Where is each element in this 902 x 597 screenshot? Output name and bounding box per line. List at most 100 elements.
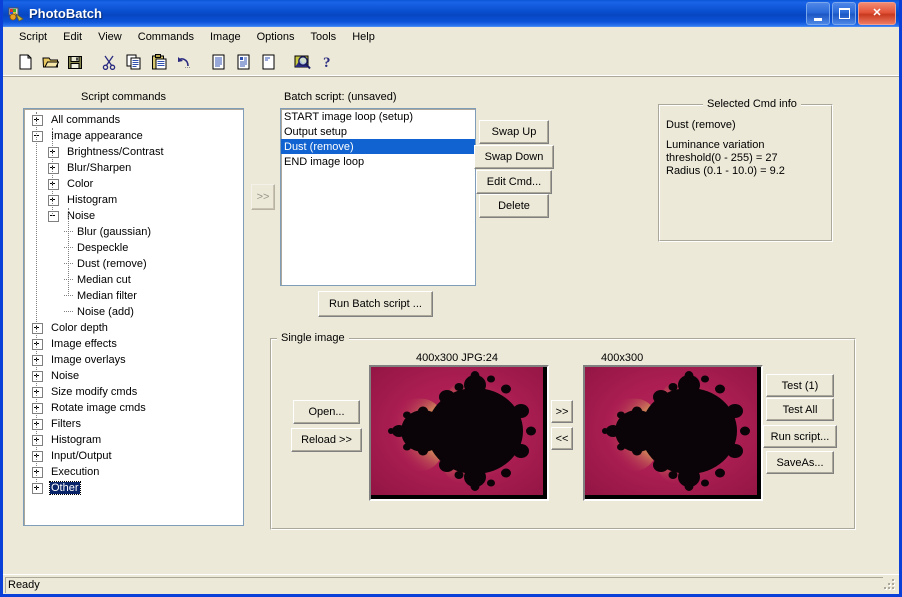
toolbar: ?: [3, 48, 899, 77]
edit-cmd-button[interactable]: Edit Cmd...: [476, 170, 552, 194]
tree-item-noise[interactable]: Noise: [24, 208, 243, 224]
expand-plus-icon[interactable]: [32, 402, 43, 414]
transfer-back-button[interactable]: <<: [551, 427, 573, 450]
result-image-preview[interactable]: [583, 365, 763, 501]
expand-plus-icon[interactable]: [32, 338, 43, 350]
tree-item-label: Noise: [67, 210, 96, 222]
tree-item-image-overlays[interactable]: Image overlays: [24, 352, 243, 368]
tree-guide-line: [68, 208, 69, 296]
paste-clipboard-icon[interactable]: [147, 51, 171, 74]
expand-plus-icon[interactable]: [48, 194, 59, 206]
tree-item-rotate-image-cmds[interactable]: Rotate image cmds: [24, 400, 243, 416]
tree-item-filters[interactable]: Filters: [24, 416, 243, 432]
open-image-button[interactable]: Open...: [293, 400, 360, 424]
expand-plus-icon[interactable]: [48, 178, 59, 190]
document-lines-icon[interactable]: [206, 51, 230, 74]
expand-plus-icon[interactable]: [48, 162, 59, 174]
copy-icon[interactable]: [122, 51, 146, 74]
batch-script-list[interactable]: START image loop (setup) Output setup Dust…: [280, 108, 476, 286]
collapse-minus-icon[interactable]: [32, 130, 43, 142]
script-list-item[interactable]: Dust (remove): [281, 139, 475, 154]
open-folder-icon[interactable]: [38, 51, 62, 74]
tree-item-histogram[interactable]: Histogram: [24, 432, 243, 448]
run-batch-script-button[interactable]: Run Batch script ...: [318, 291, 433, 317]
menu-options[interactable]: Options: [249, 29, 303, 45]
expand-plus-icon[interactable]: [32, 466, 43, 478]
menu-view[interactable]: View: [90, 29, 130, 45]
menu-bar: Script Edit View Commands Image Options …: [3, 27, 899, 48]
new-file-icon[interactable]: [13, 51, 37, 74]
swap-down-button[interactable]: Swap Down: [474, 145, 554, 169]
menu-edit[interactable]: Edit: [55, 29, 90, 45]
minimize-button[interactable]: [806, 2, 830, 25]
menu-script[interactable]: Script: [11, 29, 55, 45]
tree-item-all-commands[interactable]: All commands: [24, 112, 243, 128]
expand-plus-icon[interactable]: [32, 450, 43, 462]
tree-item-input-output[interactable]: Input/Output: [24, 448, 243, 464]
tree-item-brightness-contrast[interactable]: Brightness/Contrast: [24, 144, 243, 160]
window-controls: ✕: [806, 2, 896, 25]
undo-arrow-icon[interactable]: [172, 51, 196, 74]
expand-plus-icon[interactable]: [48, 146, 59, 158]
tree-item-noise[interactable]: Noise: [24, 368, 243, 384]
expand-plus-icon[interactable]: [32, 370, 43, 382]
tree-item-other[interactable]: Other: [24, 480, 243, 496]
script-list-item[interactable]: END image loop: [281, 154, 475, 169]
tree-item-image-effects[interactable]: Image effects: [24, 336, 243, 352]
maximize-button[interactable]: [832, 2, 856, 25]
test-one-button[interactable]: Test (1): [766, 374, 834, 397]
tree-item-size-modify-cmds[interactable]: Size modify cmds: [24, 384, 243, 400]
close-icon: ✕: [872, 7, 882, 19]
tree-item-color-depth[interactable]: Color depth: [24, 320, 243, 336]
tree-item-despeckle[interactable]: Despeckle: [24, 240, 243, 256]
help-question-icon[interactable]: ?: [315, 51, 339, 74]
expand-plus-icon[interactable]: [32, 418, 43, 430]
test-all-button[interactable]: Test All: [766, 398, 834, 421]
document-list-icon[interactable]: [231, 51, 255, 74]
tree-item-blur-gaussian[interactable]: Blur (gaussian): [24, 224, 243, 240]
tree-guide-line: [36, 112, 37, 488]
tree-item-median-filter[interactable]: Median filter: [24, 288, 243, 304]
save-as-button[interactable]: SaveAs...: [766, 451, 834, 474]
document-blank-icon[interactable]: [256, 51, 280, 74]
save-disk-icon[interactable]: [63, 51, 87, 74]
script-list-item[interactable]: Output setup: [281, 124, 475, 139]
script-list-item-label: Output setup: [284, 125, 347, 138]
zoom-preview-icon[interactable]: [290, 51, 314, 74]
swap-up-button[interactable]: Swap Up: [479, 120, 549, 144]
close-button[interactable]: ✕: [858, 2, 896, 25]
tree-item-median-cut[interactable]: Median cut: [24, 272, 243, 288]
tree-item-histogram[interactable]: Histogram: [24, 192, 243, 208]
expand-plus-icon[interactable]: [32, 434, 43, 446]
reload-image-button[interactable]: Reload >>: [291, 428, 362, 452]
add-command-button[interactable]: >>: [251, 184, 275, 210]
delete-button[interactable]: Delete: [479, 194, 549, 218]
tree-item-blur-sharpen[interactable]: Blur/Sharpen: [24, 160, 243, 176]
script-list-item-label: END image loop: [284, 155, 365, 168]
tree-item-dust-remove[interactable]: Dust (remove): [24, 256, 243, 272]
source-image-preview[interactable]: [369, 365, 549, 501]
tree-item-noise-add[interactable]: Noise (add): [24, 304, 243, 320]
menu-help[interactable]: Help: [344, 29, 383, 45]
tree-item-label: Noise (add): [77, 306, 134, 318]
expand-plus-icon[interactable]: [32, 114, 43, 126]
tree-guide-line: [52, 128, 53, 216]
tree-item-execution[interactable]: Execution: [24, 464, 243, 480]
menu-tools[interactable]: Tools: [303, 29, 345, 45]
cut-scissors-icon[interactable]: [97, 51, 121, 74]
menu-commands[interactable]: Commands: [130, 29, 202, 45]
expand-plus-icon[interactable]: [32, 482, 43, 494]
expand-plus-icon[interactable]: [32, 354, 43, 366]
tree-item-image-appearance[interactable]: Image appearance: [24, 128, 243, 144]
menu-image[interactable]: Image: [202, 29, 249, 45]
resize-grip-icon[interactable]: [883, 578, 897, 592]
transfer-forward-button[interactable]: >>: [551, 400, 573, 423]
collapse-minus-icon[interactable]: [48, 210, 59, 222]
script-list-item[interactable]: START image loop (setup): [281, 109, 475, 124]
run-script-button[interactable]: Run script...: [763, 425, 837, 448]
expand-plus-icon[interactable]: [32, 322, 43, 334]
script-commands-tree[interactable]: All commands Image appearance Brightness/C…: [23, 108, 244, 526]
svg-text:?: ?: [323, 55, 331, 70]
tree-item-color[interactable]: Color: [24, 176, 243, 192]
expand-plus-icon[interactable]: [32, 386, 43, 398]
